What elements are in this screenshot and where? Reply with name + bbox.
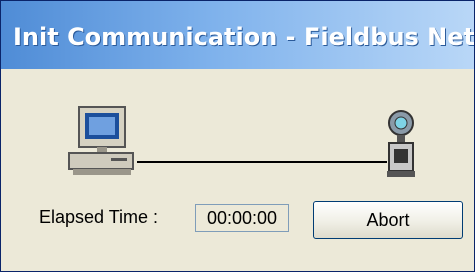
elapsed-time-field: 00:00:00 <box>195 204 289 232</box>
window-title: Init Communication - Fieldbus Net... <box>13 23 475 51</box>
computer-icon <box>68 106 134 175</box>
title-bar[interactable]: Init Communication - Fieldbus Net... <box>1 1 474 69</box>
connection-line <box>137 161 387 163</box>
init-communication-dialog: Init Communication - Fieldbus Net... Ela… <box>0 0 475 272</box>
abort-button[interactable]: Abort <box>313 201 463 239</box>
elapsed-time-label: Elapsed Time : <box>39 207 159 227</box>
fieldbus-device-icon <box>387 110 415 177</box>
